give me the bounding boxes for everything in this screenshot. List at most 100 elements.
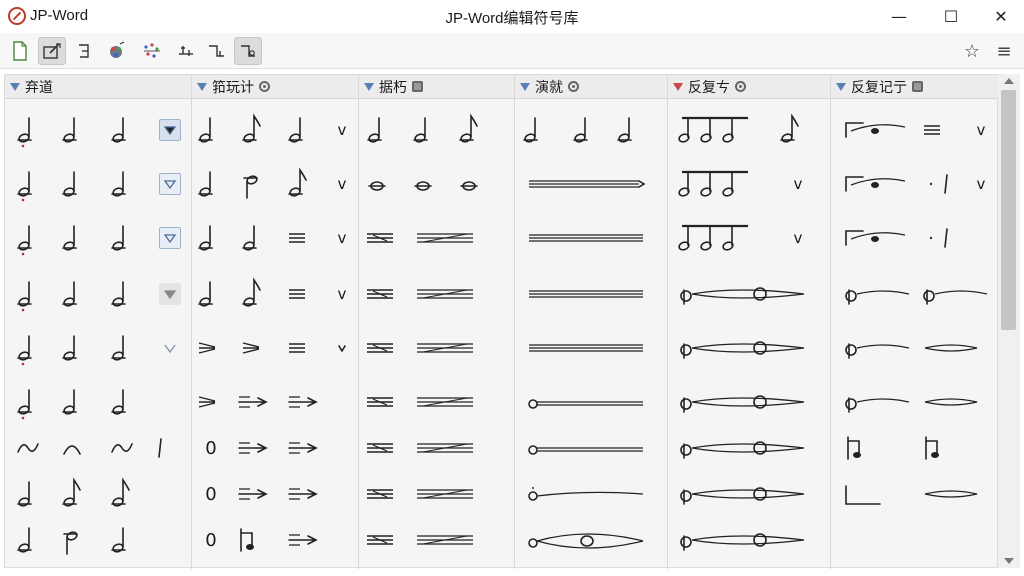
row-dropdown-button[interactable] xyxy=(159,173,181,195)
collapse-triangle-icon[interactable] xyxy=(836,82,846,91)
symbol-cell[interactable] xyxy=(843,425,865,471)
symbol-cell[interactable] xyxy=(941,215,951,261)
column-header[interactable]: 反复记亍 xyxy=(831,75,999,99)
tie-icon[interactable] xyxy=(172,37,200,65)
symbol-cell[interactable] xyxy=(415,215,475,261)
row-dropdown-button[interactable] xyxy=(159,119,181,141)
new-document-icon[interactable] xyxy=(6,37,34,65)
symbol-cell[interactable] xyxy=(678,215,756,261)
collapse-triangle-icon[interactable] xyxy=(10,82,20,91)
options-square-icon[interactable] xyxy=(412,81,423,92)
symbol-cell[interactable] xyxy=(678,161,756,207)
symbol-cell[interactable] xyxy=(15,471,39,517)
scroll-down-arrow-icon[interactable] xyxy=(1004,558,1014,564)
symbol-cell[interactable] xyxy=(196,161,220,207)
color-icon[interactable] xyxy=(102,37,130,65)
symbol-cell[interactable] xyxy=(527,271,647,317)
symbol-cell[interactable] xyxy=(457,161,481,207)
accent-v-symbol[interactable]: v xyxy=(790,161,806,207)
options-circle-icon[interactable] xyxy=(259,81,270,92)
symbol-cell[interactable] xyxy=(15,325,39,371)
symbol-cell[interactable] xyxy=(286,517,320,563)
symbol-cell[interactable] xyxy=(921,107,943,153)
symbol-cell[interactable] xyxy=(155,425,165,471)
vertical-scrollbar[interactable] xyxy=(998,74,1020,568)
beam-icon[interactable] xyxy=(234,37,262,65)
symbol-cell[interactable] xyxy=(678,425,808,471)
symbol-cell[interactable] xyxy=(921,271,991,317)
symbol-cell[interactable] xyxy=(678,517,808,563)
symbol-cell[interactable] xyxy=(60,425,84,471)
symbol-cell[interactable] xyxy=(60,517,84,563)
symbol-cell[interactable] xyxy=(109,379,133,425)
symbol-cell[interactable] xyxy=(921,425,943,471)
symbol-cell[interactable] xyxy=(415,425,475,471)
symbol-cell[interactable] xyxy=(527,425,647,471)
symbol-cell[interactable] xyxy=(411,107,435,153)
symbol-cell[interactable] xyxy=(927,215,935,261)
symbol-cell[interactable] xyxy=(365,215,395,261)
symbol-cell[interactable] xyxy=(527,215,647,261)
symbol-cell[interactable] xyxy=(196,379,218,425)
symbol-cell[interactable] xyxy=(240,325,262,371)
symbol-cell[interactable] xyxy=(411,161,435,207)
accent-v-symbol[interactable]: v xyxy=(334,271,350,317)
collapse-triangle-icon[interactable] xyxy=(364,82,374,91)
symbol-cell[interactable] xyxy=(60,379,84,425)
symbol-cell[interactable] xyxy=(415,325,475,371)
symbol-cell[interactable] xyxy=(457,107,481,153)
symbol-cell[interactable] xyxy=(60,271,84,317)
symbol-cell[interactable] xyxy=(843,471,883,517)
column-header[interactable]: 弃道 xyxy=(5,75,191,99)
symbol-cell[interactable] xyxy=(196,215,220,261)
symbol-cell[interactable] xyxy=(240,107,264,153)
symbol-cell[interactable] xyxy=(60,215,84,261)
column-header[interactable]: 筘玩计 xyxy=(192,75,358,99)
options-circle-icon[interactable] xyxy=(735,81,746,92)
collapse-triangle-icon[interactable] xyxy=(197,82,207,91)
symbol-cell[interactable] xyxy=(15,379,39,425)
options-circle-icon[interactable] xyxy=(568,81,579,92)
symbol-cell[interactable] xyxy=(286,271,308,317)
symbol-cell[interactable] xyxy=(365,325,395,371)
symbol-cell[interactable] xyxy=(678,379,808,425)
accent-v-symbol[interactable]: v xyxy=(334,161,350,207)
symbol-cell[interactable] xyxy=(196,107,220,153)
accent-v-symbol[interactable]: v xyxy=(790,215,806,261)
symbol-cell[interactable] xyxy=(240,161,264,207)
close-button[interactable]: ✕ xyxy=(978,0,1024,33)
symbol-cell[interactable] xyxy=(921,471,981,517)
symbol-cell[interactable] xyxy=(286,215,308,261)
symbol-cell[interactable] xyxy=(843,325,913,371)
options-square-icon[interactable] xyxy=(912,81,923,92)
symbol-cell[interactable] xyxy=(365,271,395,317)
symbol-cell[interactable] xyxy=(365,161,389,207)
symbol-cell[interactable] xyxy=(527,161,647,207)
symbol-cell[interactable] xyxy=(286,471,320,517)
star-icon[interactable]: ☆ xyxy=(960,39,984,63)
slur-icon[interactable] xyxy=(202,37,230,65)
accent-v-symbol[interactable]: v xyxy=(334,215,350,261)
symbol-cell[interactable] xyxy=(60,325,84,371)
symbol-cell[interactable] xyxy=(527,471,647,517)
symbol-cell[interactable] xyxy=(843,271,913,317)
symbol-cell[interactable] xyxy=(286,379,320,425)
row-dropdown-button[interactable] xyxy=(159,283,181,305)
symbol-cell[interactable] xyxy=(236,517,258,563)
accent-v-symbol[interactable]: v xyxy=(973,161,989,207)
symbol-cell[interactable] xyxy=(365,425,395,471)
symbol-cell[interactable] xyxy=(521,107,545,153)
symbol-cell[interactable] xyxy=(365,471,395,517)
symbol-cell[interactable] xyxy=(109,161,133,207)
symbol-cell[interactable] xyxy=(286,425,320,471)
scatter-icon[interactable] xyxy=(138,37,166,65)
symbol-cell[interactable] xyxy=(15,425,41,471)
symbol-cell[interactable] xyxy=(109,325,133,371)
column-header[interactable]: 据朽 xyxy=(359,75,514,99)
symbol-cell[interactable] xyxy=(527,379,647,425)
symbol-cell[interactable] xyxy=(415,271,475,317)
symbol-cell[interactable] xyxy=(196,325,218,371)
symbol-cell[interactable] xyxy=(109,517,133,563)
small-v-symbol[interactable] xyxy=(334,325,350,371)
symbol-cell[interactable] xyxy=(286,325,308,371)
